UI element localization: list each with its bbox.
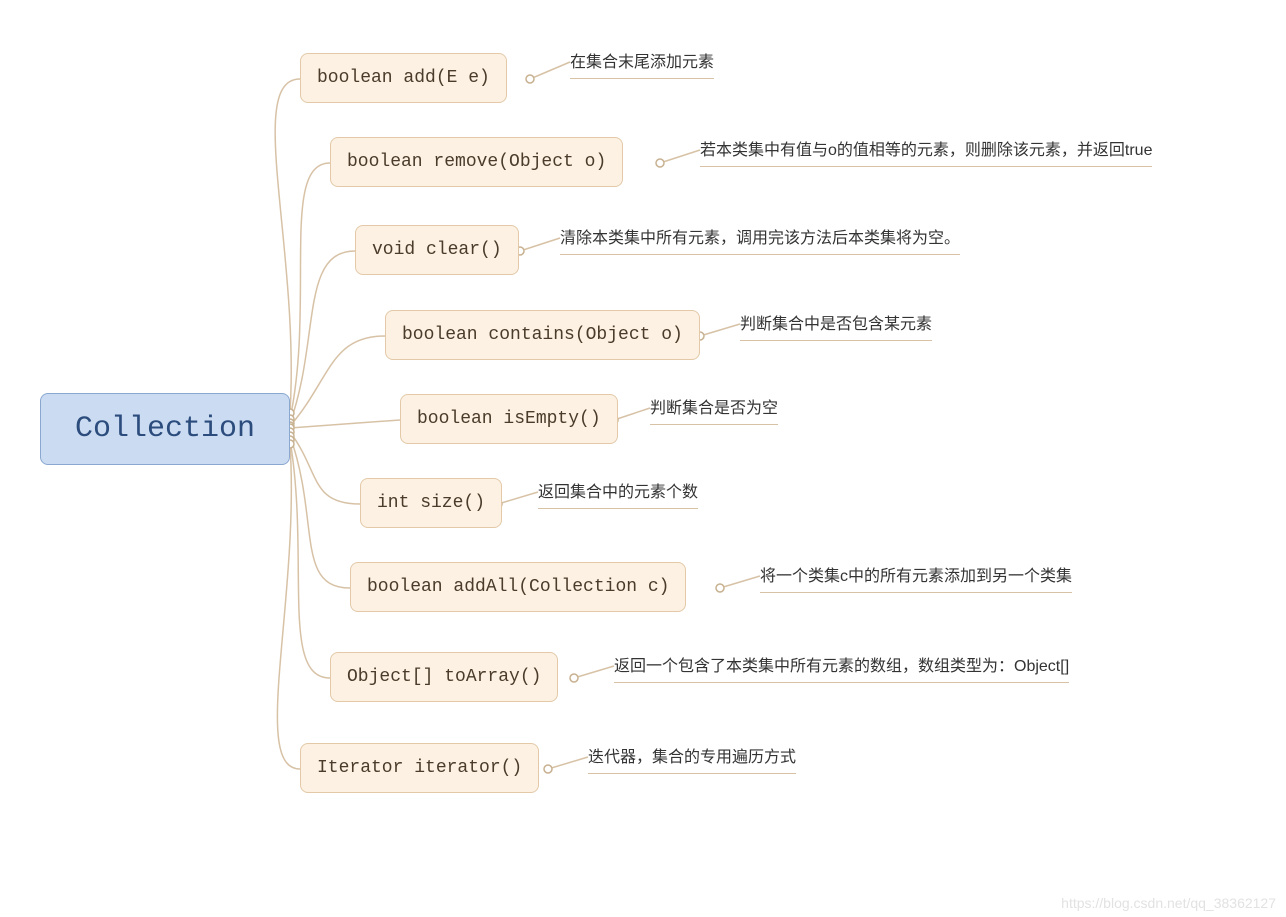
method-desc-iterator: 迭代器，集合的专用遍历方式: [588, 743, 796, 774]
method-label: boolean addAll(Collection c): [367, 577, 669, 597]
root-label: Collection: [75, 412, 255, 446]
method-label: boolean isEmpty(): [417, 409, 601, 429]
method-desc-remove: 若本类集中有值与o的值相等的元素，则删除该元素，并返回true: [700, 136, 1152, 167]
root-node-collection[interactable]: Collection: [40, 393, 290, 465]
method-node-iterator[interactable]: Iterator iterator(): [300, 743, 539, 793]
method-node-addall[interactable]: boolean addAll(Collection c): [350, 562, 686, 612]
method-desc-contains: 判断集合中是否包含某元素: [740, 310, 932, 341]
method-node-toarray[interactable]: Object[] toArray(): [330, 652, 558, 702]
method-node-remove[interactable]: boolean remove(Object o): [330, 137, 623, 187]
method-label: int size(): [377, 493, 485, 513]
method-node-add[interactable]: boolean add(E e): [300, 53, 507, 103]
method-desc-clear: 清除本类集中所有元素，调用完该方法后本类集将为空。: [560, 224, 960, 255]
method-node-isempty[interactable]: boolean isEmpty(): [400, 394, 618, 444]
method-node-size[interactable]: int size(): [360, 478, 502, 528]
watermark-text: https://blog.csdn.net/qq_38362127: [1061, 895, 1276, 911]
method-desc-add: 在集合末尾添加元素: [570, 48, 714, 79]
method-label: boolean add(E e): [317, 68, 490, 88]
method-desc-isempty: 判断集合是否为空: [650, 394, 778, 425]
method-desc-addall: 将一个类集c中的所有元素添加到另一个类集: [760, 562, 1072, 593]
method-label: boolean remove(Object o): [347, 152, 606, 172]
method-desc-toarray: 返回一个包含了本类集中所有元素的数组，数组类型为：Object[]: [614, 652, 1069, 683]
method-label: void clear(): [372, 240, 502, 260]
method-label: boolean contains(Object o): [402, 325, 683, 345]
method-desc-size: 返回集合中的元素个数: [538, 478, 698, 509]
method-node-clear[interactable]: void clear(): [355, 225, 519, 275]
method-node-contains[interactable]: boolean contains(Object o): [385, 310, 700, 360]
method-label: Object[] toArray(): [347, 667, 541, 687]
method-label: Iterator iterator(): [317, 758, 522, 778]
